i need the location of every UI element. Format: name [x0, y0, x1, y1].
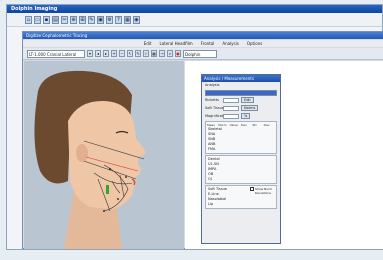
doc-menu: Edit Lateral Headfilm Frontal Analysis O…	[23, 40, 383, 47]
row-label-3: Magnification	[205, 114, 229, 118]
document-window: Digitize Cephalometric Tracing Edit Late…	[22, 31, 383, 249]
doc-title: Digitize Cephalometric Tracing	[26, 33, 88, 38]
app-title: Dolphin Imaging	[11, 6, 58, 12]
row-button-3[interactable]: %	[241, 113, 251, 119]
dialog-group-label: Analysis	[205, 83, 220, 87]
settings-icon[interactable]: ⚙	[106, 16, 113, 24]
measure-icon[interactable]: ⊞	[79, 16, 86, 24]
row-field-3[interactable]	[223, 113, 239, 119]
checkbox-label: Show Norm Deviations	[255, 187, 273, 195]
template-select[interactable]: LT-1.000 Cranial Lateral	[27, 49, 85, 58]
open-icon[interactable]: ▭	[34, 16, 41, 24]
table-row[interactable]: Lip	[207, 202, 248, 207]
menu-item-frontal[interactable]: Frontal	[200, 40, 216, 47]
doc-toolbar: LT-1.000 Cranial Lateral ▾ ◂ ▸ + − ↖ ✎ ⊹…	[23, 48, 383, 60]
app-titlebar: Dolphin Imaging	[7, 5, 382, 13]
forward-icon[interactable]: ▸	[103, 50, 109, 57]
layers-icon[interactable]: ▦	[151, 50, 157, 57]
delete-icon[interactable]: ●	[175, 50, 181, 57]
table-row[interactable]: FMA	[207, 147, 275, 152]
measure-tool-icon[interactable]: ⊹	[143, 50, 149, 57]
menu-item-options[interactable]: Options	[246, 40, 263, 47]
pointer-icon[interactable]: ↖	[127, 50, 133, 57]
new-icon[interactable]: ▫	[25, 16, 32, 24]
measurement-table-3: Soft Tissue E-Line Nasolabial Lip Show N…	[205, 185, 277, 209]
doc-titlebar: Digitize Cephalometric Tracing	[23, 32, 383, 39]
analysis-dialog: Analysis / Measurements Analysis Rickett…	[201, 74, 281, 244]
row-label-2: Soft Tissue	[205, 106, 225, 110]
pen-icon[interactable]: ✎	[135, 50, 141, 57]
menu-item-lateral[interactable]: Lateral Headfilm	[158, 40, 193, 47]
save-icon[interactable]: ▪	[43, 16, 50, 24]
measurement-table-2: Dental U1-SN IMPA OB OJ	[205, 155, 277, 184]
dialog-row-2: Soft Tissue Norms	[202, 104, 280, 112]
help-icon[interactable]: ?	[115, 16, 122, 24]
checkbox-box[interactable]	[250, 187, 254, 191]
row-button-1[interactable]: Edit	[241, 97, 254, 103]
search-icon[interactable]: ⌕	[167, 50, 173, 57]
image-icon[interactable]: ▣	[97, 16, 104, 24]
back-icon[interactable]: ◂	[95, 50, 101, 57]
trace-icon[interactable]: ✎	[88, 16, 95, 24]
measurement-table-1: Meas Norm Value Dev SD Dev Skeletal SNA …	[205, 121, 277, 154]
arrow-icon[interactable]: →	[159, 50, 165, 57]
zoom-in-icon[interactable]: +	[111, 50, 117, 57]
menu-item-edit[interactable]: Edit	[143, 40, 153, 47]
zoom-out-icon[interactable]: −	[119, 50, 125, 57]
dialog-row-3: Magnification %	[202, 112, 280, 120]
row-field-1[interactable]	[223, 97, 239, 103]
color-icon[interactable]: ◉	[133, 16, 140, 24]
dialog-title: Analysis / Measurements	[202, 75, 280, 82]
table-row[interactable]: OJ	[207, 177, 275, 182]
row-label-1: Ricketts	[205, 98, 219, 102]
dialog-row-1: Ricketts Edit	[202, 96, 280, 104]
patient-photo	[24, 61, 184, 249]
main-toolbar: ▫ ▭ ▪ ▤ ✂ ⊕ ⊞ ✎ ▣ ⚙ ? ▦ ◉	[7, 14, 382, 27]
row-field-2[interactable]	[223, 105, 239, 111]
norm-deviation-checkbox[interactable]: Show Norm Deviations	[250, 187, 275, 207]
cut-icon[interactable]: ✂	[61, 16, 68, 24]
dropdown-icon[interactable]: ▾	[87, 50, 93, 57]
analysis-select[interactable]: Dolphin	[183, 49, 217, 58]
grid-icon[interactable]: ▦	[124, 16, 131, 24]
print-icon[interactable]: ▤	[52, 16, 59, 24]
app-window: Dolphin Imaging ▫ ▭ ▪ ▤ ✂ ⊕ ⊞ ✎ ▣ ⚙ ? ▦ …	[6, 4, 383, 250]
zoom-icon[interactable]: ⊕	[70, 16, 77, 24]
menu-item-analysis[interactable]: Analysis	[221, 40, 239, 47]
row-button-2[interactable]: Norms	[241, 105, 259, 111]
